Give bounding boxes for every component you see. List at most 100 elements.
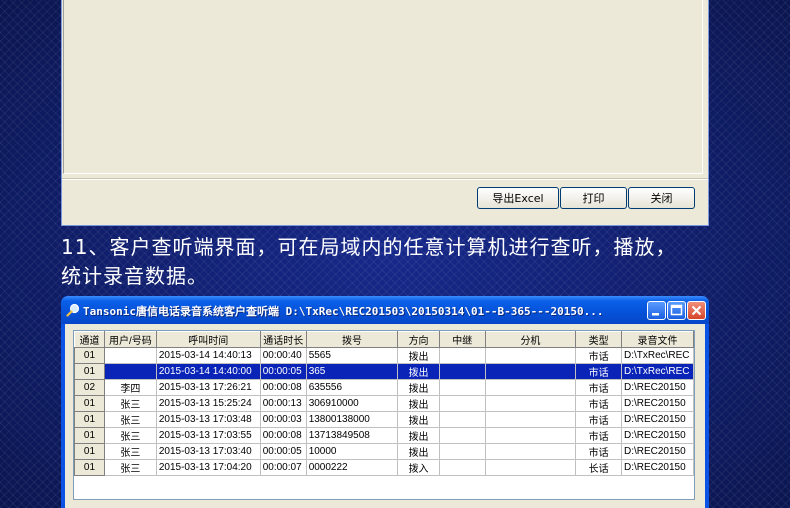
cell-type: 市话 [575,395,622,412]
close-button[interactable]: 关闭 [628,187,695,209]
cell-duration: 00:00:13 [259,395,307,412]
cell-direction: 拨出 [397,427,440,444]
cell-extension [484,443,577,460]
window-close-button[interactable] [687,301,706,320]
cell-duration: 00:00:40 [259,347,307,364]
close-icon [691,305,702,316]
export-dialog: 导出Excel 打印 关闭 [61,0,709,226]
cell-call-time: 2015-03-14 14:40:13 [155,347,261,364]
table-row[interactable]: 01 张三 2015-03-13 15:25:24 00:00:13 306910000… [74,395,694,412]
magnifier-icon [66,303,80,317]
dialog-separator [62,178,708,180]
col-header-direction[interactable]: 方向 [397,331,440,348]
cell-channel: 01 [74,411,105,428]
cell-user-number [103,363,157,380]
cell-direction: 拨出 [397,395,440,412]
caption-line-2: 统计录音数据。 [61,264,208,288]
cell-extension [484,395,577,412]
col-header-extension[interactable]: 分机 [484,331,577,348]
export-excel-button[interactable]: 导出Excel [477,187,559,209]
cell-recording-file: D:\REC20150 [620,379,694,396]
cell-extension [484,411,577,428]
cell-type: 市话 [575,363,622,380]
col-header-user-number[interactable]: 用户/号码 [103,331,157,348]
col-header-duration[interactable]: 通话时长 [259,331,307,348]
cell-extension [484,379,577,396]
window-titlebar[interactable]: Tansonic唐信电话录音系统客户查听端 D:\TxRec\REC201503… [61,296,709,324]
cell-duration: 00:00:03 [259,411,307,428]
cell-recording-file: D:\TxRec\REC [620,347,694,364]
cell-trunk [438,347,486,364]
cell-user-number: 张三 [103,411,157,428]
dialog-content-area [63,0,703,174]
cell-user-number: 张三 [103,459,157,476]
cell-direction: 拨出 [397,411,440,428]
col-header-trunk[interactable]: 中继 [438,331,486,348]
cell-trunk [438,411,486,428]
window-body: 通道 用户/号码 呼叫时间 通话时长 拨号 方向 中继 分机 类型 录音文件 0… [65,324,705,508]
cell-channel: 01 [74,427,105,444]
col-header-call-time[interactable]: 呼叫时间 [155,331,261,348]
cell-dialed: 365 [305,363,399,380]
col-header-recording-file[interactable]: 录音文件 [620,331,694,348]
cell-channel: 01 [74,395,105,412]
caption-line-1: 11、客户查听端界面，可在局域内的任意计算机进行查听，播放， [61,235,677,259]
cell-call-time: 2015-03-13 17:26:21 [155,379,261,396]
cell-trunk [438,363,486,380]
cell-dialed: 13800138000 [305,411,399,428]
cell-channel: 01 [74,347,105,364]
cell-call-time: 2015-03-13 17:03:40 [155,443,261,460]
cell-call-time: 2015-03-13 15:25:24 [155,395,261,412]
cell-channel: 01 [74,443,105,460]
client-listening-window: Tansonic唐信电话录音系统客户查听端 D:\TxRec\REC201503… [61,296,709,508]
cell-user-number: 李四 [103,379,157,396]
cell-extension [484,459,577,476]
window-title: Tansonic唐信电话录音系统客户查听端 D:\TxRec\REC201503… [83,305,604,318]
cell-duration: 00:00:07 [259,459,307,476]
table-row[interactable]: 02 李四 2015-03-13 17:26:21 00:00:08 635556 拨出 市… [74,379,694,396]
cell-trunk [438,427,486,444]
cell-trunk [438,395,486,412]
print-button[interactable]: 打印 [560,187,627,209]
col-header-type[interactable]: 类型 [575,331,622,348]
cell-duration: 00:00:05 [259,363,307,380]
cell-direction: 拨出 [397,379,440,396]
table-row[interactable]: 01 2015-03-14 14:40:00 00:00:05 365 拨出 市话 D:\T… [74,363,694,380]
cell-user-number: 张三 [103,395,157,412]
cell-dialed: 10000 [305,443,399,460]
cell-duration: 00:00:08 [259,427,307,444]
cell-call-time: 2015-03-13 17:04:20 [155,459,261,476]
cell-trunk [438,459,486,476]
cell-type: 市话 [575,411,622,428]
table-row[interactable]: 01 张三 2015-03-13 17:03:55 00:00:08 137138495… [74,427,694,444]
cell-user-number: 张三 [103,443,157,460]
cell-extension [484,347,577,364]
cell-duration: 00:00:08 [259,379,307,396]
caption-text: 11、客户查听端界面，可在局域内的任意计算机进行查听，播放， 统计录音数据。 [61,233,721,291]
cell-dialed: 306910000 [305,395,399,412]
cell-user-number: 张三 [103,427,157,444]
minimize-button[interactable] [647,301,666,320]
cell-trunk [438,379,486,396]
cell-call-time: 2015-03-13 17:03:55 [155,427,261,444]
cell-dialed: 0000222 [305,459,399,476]
cell-user-number [103,347,157,364]
table-header: 通道 用户/号码 呼叫时间 通话时长 拨号 方向 中继 分机 类型 录音文件 [74,331,694,348]
cell-duration: 00:00:05 [259,443,307,460]
cell-direction: 拨出 [397,347,440,364]
records-grid: 通道 用户/号码 呼叫时间 通话时长 拨号 方向 中继 分机 类型 录音文件 0… [74,331,694,476]
maximize-icon [670,304,683,316]
maximize-button[interactable] [667,301,686,320]
cell-dialed: 635556 [305,379,399,396]
cell-type: 市话 [575,379,622,396]
table-row[interactable]: 01 2015-03-14 14:40:13 00:00:40 5565 拨出 市话 D:\… [74,347,694,364]
table-row[interactable]: 01 张三 2015-03-13 17:04:20 00:00:07 0000222 拨入… [74,459,694,476]
table-row[interactable]: 01 张三 2015-03-13 17:03:48 00:00:03 138001380… [74,411,694,428]
cell-direction: 拨入 [397,459,440,476]
col-header-dialed[interactable]: 拨号 [305,331,399,348]
cell-type: 市话 [575,427,622,444]
cell-direction: 拨出 [397,363,440,380]
table-row[interactable]: 01 张三 2015-03-13 17:03:40 00:00:05 10000 拨出 市话… [74,443,694,460]
col-header-channel[interactable]: 通道 [74,331,105,348]
cell-recording-file: D:\TxRec\REC [620,363,694,380]
